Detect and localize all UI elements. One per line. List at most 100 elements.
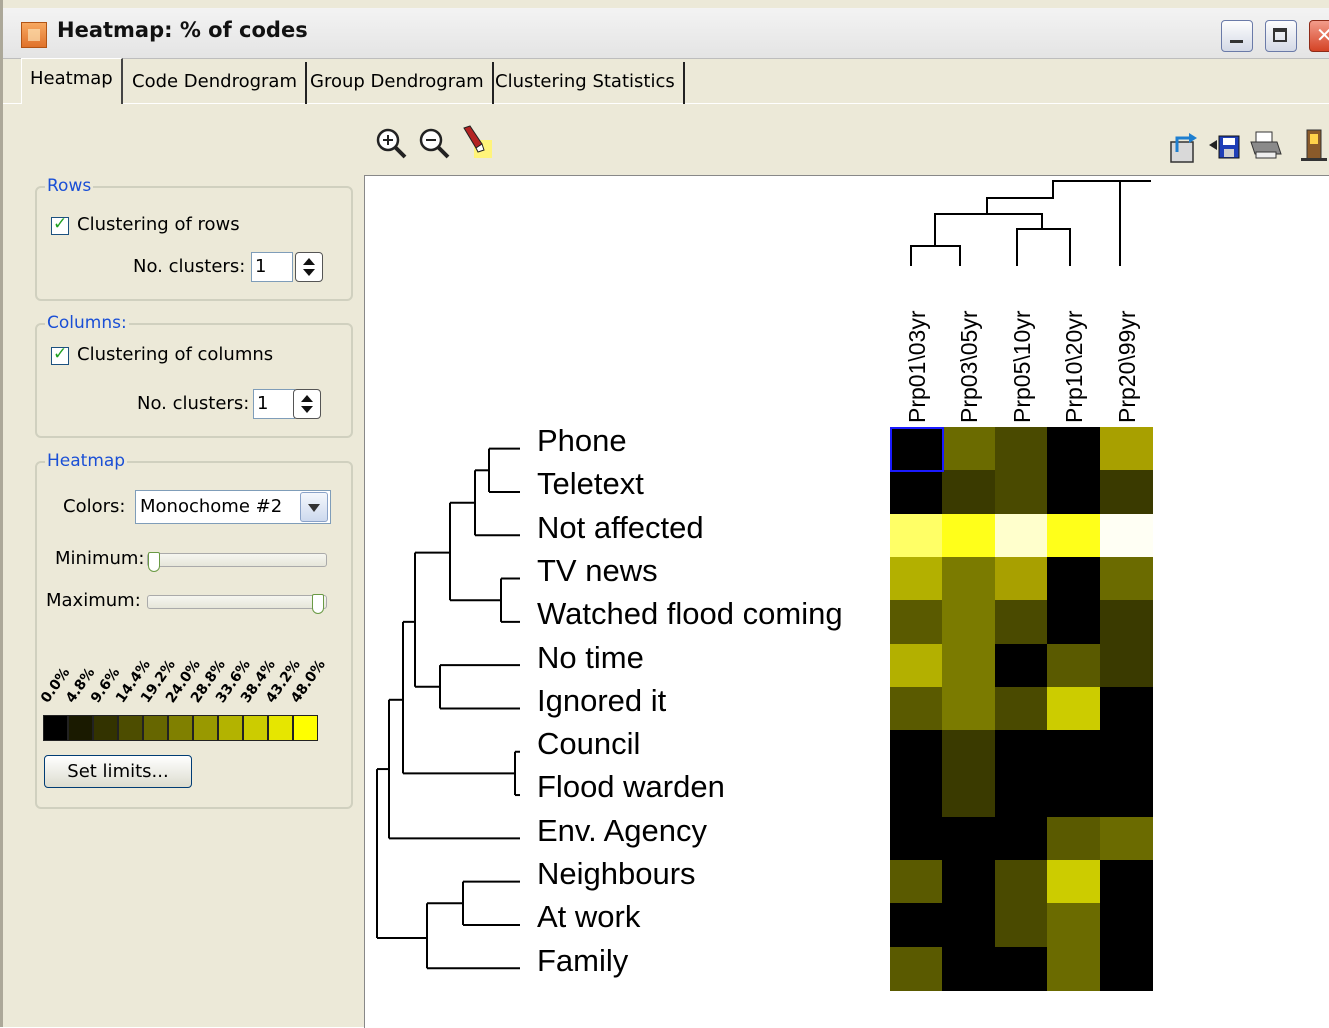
minimum-slider[interactable] [147, 552, 327, 572]
heatmap-cell[interactable] [994, 470, 1048, 515]
heatmap-cell[interactable] [1047, 816, 1101, 861]
heatmap-cell[interactable] [942, 860, 996, 904]
heatmap-cell[interactable] [942, 946, 996, 991]
column-clusters-spinner[interactable] [293, 389, 321, 419]
heatmap-cell[interactable] [1099, 556, 1153, 601]
heatmap-cell[interactable] [1099, 513, 1153, 558]
heatmap-cell[interactable] [1099, 730, 1153, 775]
heatmap-cell[interactable] [1047, 860, 1101, 904]
row-clusters-spinner[interactable] [295, 252, 323, 282]
heatmap-cell[interactable] [942, 903, 996, 948]
heatmap-cell[interactable] [942, 686, 996, 731]
heatmap-cell[interactable] [994, 600, 1048, 645]
columns-group-title: Columns: [45, 313, 129, 333]
heatmap-cell[interactable] [994, 816, 1048, 861]
heatmap-cell[interactable] [942, 773, 996, 818]
minimum-slider-thumb[interactable] [148, 552, 160, 572]
save-icon[interactable] [1207, 130, 1241, 164]
heatmap-cell[interactable] [1047, 427, 1101, 471]
tab-code-dendrogram[interactable]: Code Dendrogram [124, 62, 307, 104]
heatmap-cell[interactable] [1047, 600, 1101, 645]
heatmap-cell[interactable] [1099, 427, 1153, 471]
heatmap-cell[interactable] [1047, 946, 1101, 991]
heatmap-cell[interactable] [1047, 773, 1101, 818]
heatmap-cell[interactable] [994, 556, 1048, 601]
column-clusters-input[interactable]: 1 [253, 389, 295, 419]
heatmap-cell[interactable] [1099, 773, 1153, 818]
clustering-rows-checkbox[interactable] [51, 214, 69, 235]
heatmap-cell[interactable] [1099, 643, 1153, 688]
heatmap-cell[interactable] [1099, 600, 1153, 645]
heatmap-cell[interactable] [1099, 860, 1153, 904]
heatmap-cell[interactable] [994, 773, 1048, 818]
heatmap-cell[interactable] [1047, 556, 1101, 601]
zoom-out-icon[interactable] [417, 126, 451, 160]
heatmap-cell[interactable] [994, 860, 1048, 904]
heatmap-cell[interactable] [942, 600, 996, 645]
color-scale-swatch [168, 715, 193, 741]
heatmap-cell[interactable] [1099, 470, 1153, 515]
row-label: Family [537, 942, 629, 978]
heatmap-cell[interactable] [1047, 470, 1101, 515]
heatmap-cell[interactable] [994, 730, 1048, 775]
heatmap-cell[interactable] [942, 470, 996, 515]
heatmap-cell[interactable] [890, 816, 943, 861]
heatmap-cell[interactable] [994, 643, 1048, 688]
heatmap-cell[interactable] [942, 643, 996, 688]
tab-clustering-statistics[interactable]: Clustering Statistics [487, 62, 685, 104]
heatmap-cell[interactable] [890, 860, 943, 904]
heatmap-cell[interactable] [890, 556, 943, 601]
heatmap-cell[interactable] [942, 427, 996, 471]
heatmap-cell[interactable] [890, 946, 943, 991]
tab-group-dendrogram[interactable]: Group Dendrogram [302, 62, 494, 104]
column-label: Prp10\20yr [1061, 310, 1088, 423]
maximum-slider[interactable] [147, 594, 327, 614]
heatmap-cell[interactable] [1099, 686, 1153, 731]
heatmap-cell[interactable] [890, 600, 943, 645]
title-bar[interactable]: Heatmap: % of codes [3, 8, 1329, 59]
color-scale-swatch [118, 715, 143, 741]
heatmap-cell[interactable] [1099, 903, 1153, 948]
minimize-button[interactable] [1221, 20, 1253, 52]
zoom-in-icon[interactable] [374, 126, 408, 160]
maximize-button[interactable] [1265, 20, 1297, 52]
color-scale-swatch [93, 715, 118, 741]
row-label: TV news [537, 552, 658, 588]
heatmap-cell[interactable] [890, 470, 943, 515]
heatmap-cell[interactable] [890, 903, 943, 948]
heatmap-cell[interactable] [890, 730, 943, 775]
heatmap-cell[interactable] [942, 816, 996, 861]
heatmap-cell[interactable] [1047, 903, 1101, 948]
heatmap-cell[interactable] [942, 730, 996, 775]
heatmap-cell[interactable] [994, 903, 1048, 948]
tab-heatmap[interactable]: Heatmap [21, 58, 123, 104]
exit-icon[interactable] [1299, 128, 1329, 162]
colors-dropdown-arrow[interactable] [300, 492, 328, 522]
heatmap-cell[interactable] [1099, 946, 1153, 991]
heatmap-cell[interactable] [1099, 816, 1153, 861]
heatmap-cell[interactable] [1047, 686, 1101, 731]
heatmap-cell[interactable] [1047, 513, 1101, 558]
print-icon[interactable] [1248, 128, 1282, 162]
heatmap-cell[interactable] [1047, 730, 1101, 775]
export-icon[interactable] [1167, 130, 1201, 164]
heatmap-cell[interactable] [994, 946, 1048, 991]
clustering-columns-checkbox[interactable] [51, 344, 69, 365]
row-label: No time [537, 639, 644, 675]
row-clusters-input[interactable]: 1 [251, 252, 293, 282]
close-button[interactable] [1309, 20, 1329, 52]
heatmap-cell[interactable] [890, 643, 943, 688]
heatmap-cell[interactable] [890, 773, 943, 818]
heatmap-cell[interactable] [942, 513, 996, 558]
heatmap-cell[interactable] [994, 686, 1048, 731]
set-limits-button[interactable]: Set limits... [44, 755, 192, 788]
highlighter-icon[interactable] [460, 124, 494, 158]
heatmap-cell[interactable] [890, 686, 943, 731]
heatmap-cell[interactable] [994, 427, 1048, 471]
color-scale-swatch [268, 715, 293, 741]
heatmap-cell[interactable] [994, 513, 1048, 558]
heatmap-cell[interactable] [890, 513, 943, 558]
maximum-slider-thumb[interactable] [312, 594, 324, 614]
heatmap-cell[interactable] [942, 556, 996, 601]
heatmap-cell[interactable] [1047, 643, 1101, 688]
